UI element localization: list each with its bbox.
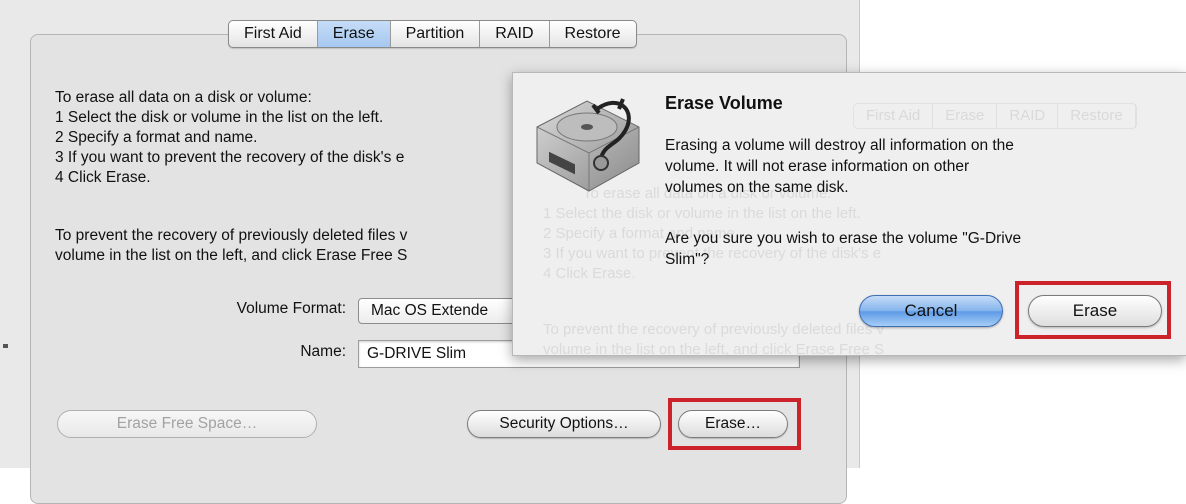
dialog-message-line: volume. It will not erase information on… [665,158,970,175]
instruction-line: 1 Select the disk or volume in the list … [55,109,384,126]
volume-format-label: Volume Format: [236,300,346,317]
prevent-line: volume in the list on the left, and clic… [55,247,408,264]
erase-free-space-button[interactable]: Erase Free Space… [57,410,317,438]
dialog-question-line: Are you sure you wish to erase the volum… [665,230,1022,247]
disk-utility-icon [536,98,640,192]
prevent-line: To prevent the recovery of previously de… [55,227,408,244]
prevent-recovery-text: To prevent the recovery of previously de… [55,226,407,266]
instruction-line: 3 If you want to prevent the recovery of… [55,149,405,166]
tab-partition[interactable]: Partition [391,21,481,47]
name-label: Name: [300,343,346,360]
dialog-message: Erasing a volume will destroy all inform… [665,135,1165,198]
ghost-tab: Restore [1058,104,1136,128]
tab-erase[interactable]: Erase [317,21,391,47]
ghost-text: To prevent the recovery of previously de… [543,321,885,338]
ghost-text: 1 Select the disk or volume in the list … [543,205,861,222]
tab-first-aid[interactable]: First Aid [229,21,318,47]
tab-bar: First Aid Erase Partition RAID Restore [228,20,637,48]
ghost-text: 4 Click Erase. [543,265,636,282]
dialog-message-line: Erasing a volume will destroy all inform… [665,137,1014,154]
ghost-text: volume in the list on the left, and clic… [543,341,884,356]
confirm-erase-button[interactable]: Erase [1028,295,1162,327]
instruction-line: To erase all data on a disk or volume: [55,89,312,106]
window-edge-mark [3,344,8,348]
erase-button[interactable]: Erase… [678,410,788,438]
instruction-line: 4 Click Erase. [55,169,151,186]
instruction-line: 2 Specify a format and name. [55,129,258,146]
erase-volume-dialog: First Aid Erase RAID Restore To erase al… [512,72,1186,356]
dialog-question: Are you sure you wish to erase the volum… [665,228,1165,270]
tab-raid[interactable]: RAID [480,21,550,47]
ghost-tab-bar: First Aid Erase RAID Restore [853,103,1137,129]
dialog-message-line: volumes on the same disk. [665,179,849,196]
ghost-tab: First Aid [854,104,934,128]
cancel-button[interactable]: Cancel [859,295,1003,327]
erase-instructions: To erase all data on a disk or volume: 1… [55,88,404,188]
ghost-tab: Erase [933,104,998,128]
dialog-title: Erase Volume [665,93,783,113]
security-options-button[interactable]: Security Options… [467,410,661,438]
dialog-question-line: Slim"? [665,251,710,268]
ghost-tab: RAID [997,104,1059,128]
tab-restore[interactable]: Restore [550,21,636,47]
